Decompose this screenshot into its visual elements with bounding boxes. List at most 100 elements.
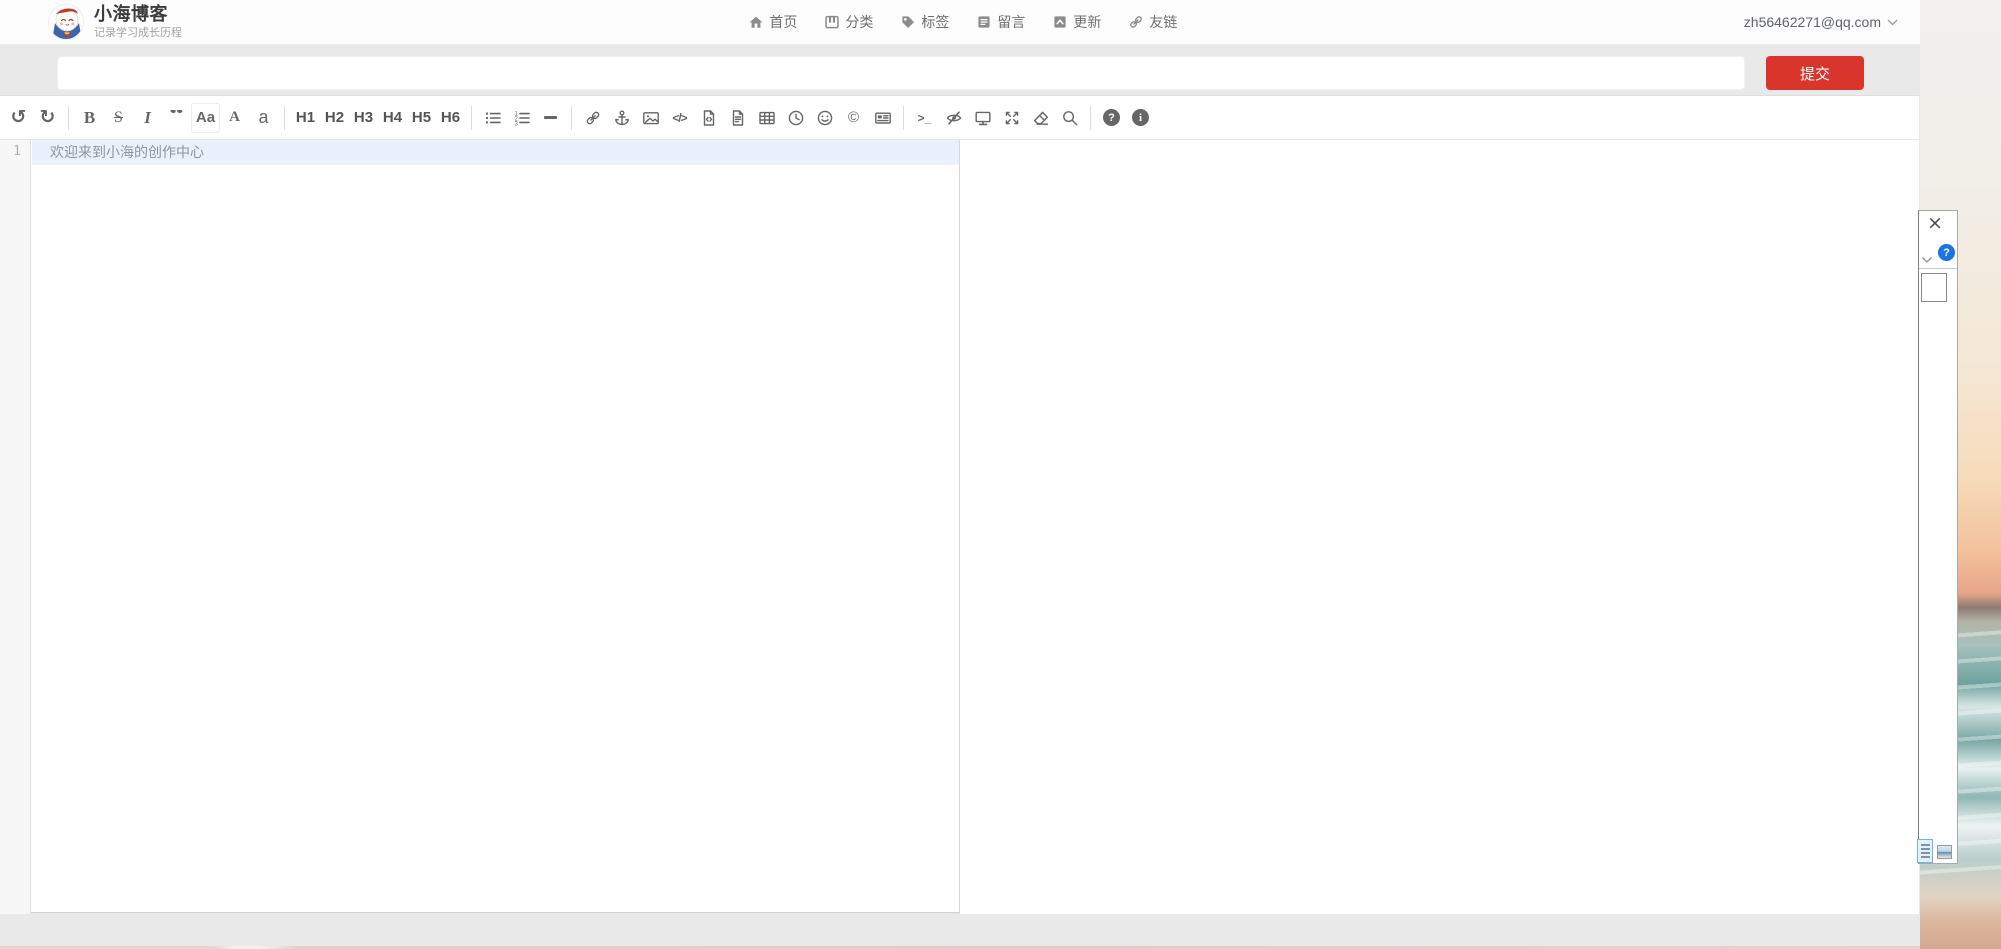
screen: 小海博客 记录学习成长历程 首页 分类 标签 bbox=[0, 0, 2001, 949]
h3-button[interactable]: H3 bbox=[349, 103, 378, 133]
italic-button[interactable]: I bbox=[133, 103, 162, 133]
table-button[interactable] bbox=[752, 103, 781, 133]
h1-button[interactable]: H1 bbox=[291, 103, 320, 133]
lowercase-button[interactable]: a bbox=[249, 103, 278, 133]
chevron-down-icon[interactable] bbox=[1921, 251, 1933, 269]
html-entities-button[interactable]: © bbox=[839, 103, 868, 133]
pagebreak-button[interactable] bbox=[868, 103, 897, 133]
h4-button[interactable]: H4 bbox=[378, 103, 407, 133]
markdown-preview-pane bbox=[960, 140, 1919, 914]
category-icon bbox=[824, 14, 840, 30]
terminal-icon: >_ bbox=[918, 111, 932, 125]
link-button[interactable] bbox=[578, 103, 607, 133]
editor-content-line[interactable]: 欢迎来到小海的创作中心 bbox=[50, 140, 204, 165]
info-button[interactable]: i bbox=[1126, 103, 1155, 133]
account-menu[interactable]: zh56462271@qq.com bbox=[1744, 14, 1898, 30]
site-logo-avatar-icon bbox=[48, 4, 84, 40]
emoji-button[interactable] bbox=[810, 103, 839, 133]
inline-code-button[interactable]: </> bbox=[665, 103, 694, 133]
line-number: 1 bbox=[13, 144, 21, 159]
list-ul-button[interactable] bbox=[478, 103, 507, 133]
svg-text:3: 3 bbox=[514, 121, 518, 127]
blog-page: 小海博客 记录学习成长历程 首页 分类 标签 bbox=[0, 0, 1920, 946]
nav-label: 更新 bbox=[1073, 12, 1101, 32]
uppercase-icon: A bbox=[229, 109, 240, 126]
h6-icon: H6 bbox=[441, 109, 460, 126]
file-code-block-icon bbox=[729, 109, 747, 127]
horizontal-rule-icon bbox=[544, 116, 557, 119]
code-block-button[interactable] bbox=[723, 103, 752, 133]
bold-icon: B bbox=[84, 108, 95, 128]
link-icon bbox=[584, 109, 602, 127]
uppercase-button[interactable]: A bbox=[220, 103, 249, 133]
editor-toolbar: ↺ ↻ B S I “ Aa A a H1 H2 H3 H4 H5 H6 bbox=[0, 96, 1919, 140]
image-icon bbox=[642, 109, 660, 127]
info-icon: i bbox=[1132, 109, 1149, 126]
nav-item-updates[interactable]: 更新 bbox=[1052, 12, 1101, 32]
panel-divider bbox=[1919, 268, 1957, 269]
h1-icon: H1 bbox=[296, 109, 315, 126]
nav-item-friend-links[interactable]: 友链 bbox=[1128, 12, 1177, 32]
nav-label: 标签 bbox=[921, 12, 949, 32]
horizontal-rule-button[interactable] bbox=[536, 103, 565, 133]
file-code-icon bbox=[700, 109, 718, 127]
clear-button[interactable] bbox=[1026, 103, 1055, 133]
search-icon bbox=[1061, 109, 1079, 127]
fullscreen-button[interactable] bbox=[997, 103, 1026, 133]
goto-line-button[interactable]: >_ bbox=[910, 103, 939, 133]
h5-button[interactable]: H5 bbox=[407, 103, 436, 133]
bold-button[interactable]: B bbox=[75, 103, 104, 133]
nav-item-category[interactable]: 分类 bbox=[824, 12, 873, 32]
code-icon: </> bbox=[672, 111, 686, 125]
nav-label: 首页 bbox=[769, 12, 797, 32]
post-title-input[interactable] bbox=[57, 56, 1745, 90]
toolbar-divider bbox=[571, 106, 572, 130]
site-brand-text: 小海博客 记录学习成长历程 bbox=[94, 4, 182, 39]
nav-item-home[interactable]: 首页 bbox=[748, 12, 797, 32]
help-icon[interactable]: ? bbox=[1938, 244, 1955, 261]
friend-link-icon bbox=[1128, 14, 1144, 30]
nav-item-messages[interactable]: 留言 bbox=[976, 12, 1025, 32]
chevron-down-icon bbox=[1887, 19, 1898, 26]
nav-label: 分类 bbox=[845, 12, 873, 32]
ucwords-button[interactable]: Aa bbox=[191, 103, 220, 133]
h2-icon: H2 bbox=[325, 109, 344, 126]
home-icon bbox=[748, 14, 764, 30]
site-tagline: 记录学习成长历程 bbox=[94, 27, 182, 40]
eye-slash-icon bbox=[945, 109, 963, 127]
list-ol-icon: 123 bbox=[513, 109, 531, 127]
submit-button[interactable]: 提交 bbox=[1766, 56, 1864, 90]
editor-code-area[interactable]: 1 欢迎来到小海的创作中心 bbox=[0, 140, 1919, 914]
undo-icon: ↺ bbox=[11, 108, 27, 127]
h3-icon: H3 bbox=[354, 109, 373, 126]
close-icon[interactable]: × bbox=[1927, 214, 1943, 233]
watch-button[interactable] bbox=[939, 103, 968, 133]
search-button[interactable] bbox=[1055, 103, 1084, 133]
redo-icon: ↻ bbox=[40, 108, 56, 127]
nav-item-tags[interactable]: 标签 bbox=[900, 12, 949, 32]
help-button[interactable]: ? bbox=[1097, 103, 1126, 133]
main-nav: 首页 分类 标签 留言 更新 bbox=[748, 12, 1177, 32]
quote-button[interactable]: “ bbox=[162, 103, 191, 133]
datetime-button[interactable] bbox=[781, 103, 810, 133]
tag-icon bbox=[900, 14, 916, 30]
toolbar-divider bbox=[284, 106, 285, 130]
toolbar-divider bbox=[68, 106, 69, 130]
preview-button[interactable] bbox=[968, 103, 997, 133]
list-ol-button[interactable]: 123 bbox=[507, 103, 536, 133]
anchor-icon bbox=[613, 109, 631, 127]
strikethrough-button[interactable]: S bbox=[104, 103, 133, 133]
copyright-icon: © bbox=[848, 109, 859, 126]
h2-button[interactable]: H2 bbox=[320, 103, 349, 133]
image-thumbnail-icon[interactable] bbox=[1937, 845, 1952, 859]
reference-link-button[interactable] bbox=[607, 103, 636, 133]
list-view-icon[interactable] bbox=[1917, 839, 1933, 863]
image-button[interactable] bbox=[636, 103, 665, 133]
preformatted-text-button[interactable] bbox=[694, 103, 723, 133]
redo-button[interactable]: ↻ bbox=[33, 103, 62, 133]
undo-button[interactable]: ↺ bbox=[4, 103, 33, 133]
h6-button[interactable]: H6 bbox=[436, 103, 465, 133]
panel-input[interactable] bbox=[1921, 273, 1947, 302]
site-brand[interactable]: 小海博客 记录学习成长历程 bbox=[48, 4, 182, 40]
toolbar-divider bbox=[903, 106, 904, 130]
